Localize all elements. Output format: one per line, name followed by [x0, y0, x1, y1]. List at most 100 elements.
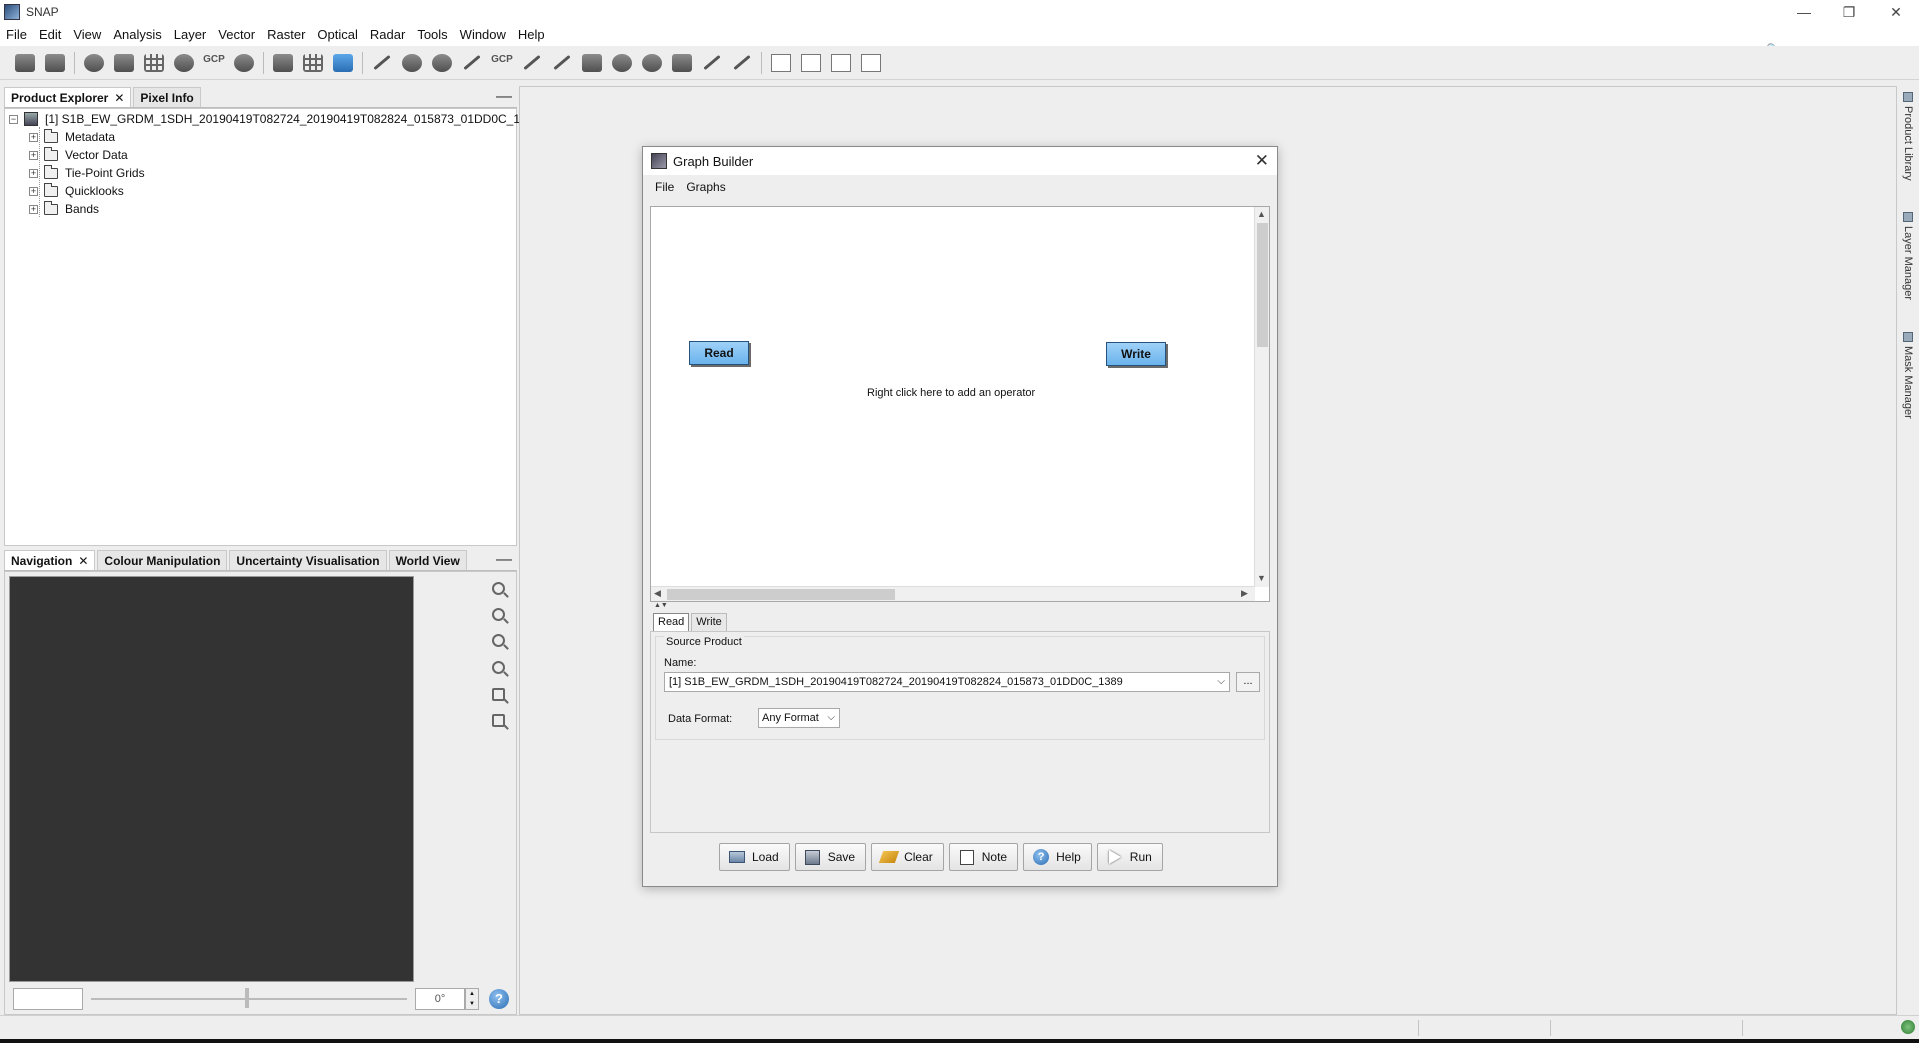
world-map-overlay-icon[interactable] [109, 49, 139, 77]
save-product-icon[interactable] [40, 49, 70, 77]
pin-overlay-icon[interactable] [169, 49, 199, 77]
tab-write[interactable]: Write [691, 613, 727, 631]
no-data-overlay-icon[interactable] [79, 49, 109, 77]
menu-optical[interactable]: Optical [311, 24, 363, 46]
note-button[interactable]: Note [948, 843, 1019, 871]
menu-raster[interactable]: Raster [261, 24, 311, 46]
menu-edit[interactable]: Edit [33, 24, 67, 46]
tab-product-explorer[interactable]: Product Explorer ✕ [4, 87, 132, 107]
shape-overlay-icon[interactable] [229, 49, 259, 77]
minimize-window-icon[interactable]: — [1781, 0, 1827, 24]
gcp-placing-tool-icon[interactable]: GCP [487, 49, 517, 77]
tab-read[interactable]: Read [653, 613, 690, 631]
vertical-scroll-thumb[interactable] [1257, 223, 1268, 347]
menu-window[interactable]: Window [454, 24, 512, 46]
zoom-slider-thumb[interactable] [245, 988, 249, 1008]
select-tool-icon[interactable] [367, 49, 397, 77]
tab-colour-manipulation[interactable]: Colour Manipulation [97, 550, 228, 570]
zoom-factor-field[interactable] [13, 988, 83, 1010]
line-drawing-tool-icon[interactable] [517, 49, 547, 77]
tree-item-vector-data[interactable]: + Vector Data [29, 146, 128, 164]
tree-item-bands[interactable]: + Bands [29, 200, 99, 218]
sidebar-tab-layer-manager[interactable]: Layer Manager [1899, 212, 1917, 300]
pin-placing-tool-icon[interactable] [457, 49, 487, 77]
sync-cursor-icon[interactable] [488, 710, 508, 730]
tab-uncertainty-visualisation[interactable]: Uncertainty Visualisation [229, 550, 387, 570]
source-product-select[interactable]: [1] S1B_EW_GRDM_1SDH_20190419T082724_201… [664, 672, 1230, 692]
restore-window-icon[interactable]: ❐ [1826, 0, 1872, 24]
tab-navigation[interactable]: Navigation ✕ [4, 550, 96, 570]
zoom-in-icon[interactable] [488, 578, 508, 598]
pan-tool-icon[interactable] [397, 49, 427, 77]
menu-layer[interactable]: Layer [168, 24, 213, 46]
tree-item-metadata[interactable]: + Metadata [29, 128, 115, 146]
zoom-out-icon[interactable] [488, 604, 508, 624]
navigation-overview[interactable] [9, 576, 414, 982]
split-pane-divider[interactable]: ▲▼ [650, 602, 1270, 610]
close-icon[interactable]: ✕ [78, 554, 88, 568]
horizontal-scroll-thumb[interactable] [667, 589, 895, 600]
tile-vertically-icon[interactable] [796, 49, 826, 77]
zoom-slider[interactable] [91, 998, 407, 1000]
collapse-icon[interactable]: − [9, 114, 18, 124]
divider-arrows-icon[interactable]: ▲▼ [654, 602, 668, 609]
rotation-angle-field[interactable]: 0° [415, 988, 465, 1010]
scroll-down-icon[interactable]: ▼ [1257, 573, 1266, 583]
menu-radar[interactable]: Radar [364, 24, 411, 46]
expand-icon[interactable]: + [29, 186, 38, 196]
rectangle-drawing-tool-icon[interactable] [577, 49, 607, 77]
tree-item-product[interactable]: − [1] S1B_EW_GRDM_1SDH_20190419T082724_2… [9, 110, 540, 128]
help-icon[interactable]: ? [489, 989, 509, 1009]
tree-item-quicklooks[interactable]: + Quicklooks [29, 182, 124, 200]
menu-view[interactable]: View [67, 24, 107, 46]
expand-icon[interactable]: + [29, 132, 38, 142]
menu-vector[interactable]: Vector [212, 24, 261, 46]
menu-file[interactable]: File [0, 24, 33, 46]
expand-icon[interactable]: + [29, 204, 38, 214]
open-product-icon[interactable] [10, 49, 40, 77]
help-button[interactable]: ? Help [1023, 843, 1092, 871]
range-finder-tool-icon[interactable] [697, 49, 727, 77]
graticule-overlay-icon[interactable] [139, 49, 169, 77]
browse-button[interactable]: ... [1236, 672, 1260, 692]
close-icon[interactable]: ✕ [114, 91, 124, 105]
rotation-spinner[interactable]: ▲ ▼ [465, 988, 479, 1010]
horizontal-scrollbar[interactable]: ◀ ▶ [651, 586, 1255, 601]
expand-icon[interactable]: + [29, 168, 38, 178]
graph-canvas[interactable]: Read Write Right click here to add an op… [650, 206, 1270, 602]
run-button[interactable]: Run [1096, 843, 1163, 871]
tree-item-tie-point-grids[interactable]: + Tie-Point Grids [29, 164, 145, 182]
product-library-icon[interactable] [328, 49, 358, 77]
tab-pixel-info[interactable]: Pixel Info [133, 87, 201, 107]
clear-button[interactable]: Clear [871, 843, 944, 871]
close-icon[interactable]: ✕ [1255, 151, 1269, 171]
scroll-up-icon[interactable]: ▲ [1257, 209, 1266, 219]
tile-horizontally-icon[interactable] [766, 49, 796, 77]
measure-tool-icon[interactable] [727, 49, 757, 77]
close-window-icon[interactable]: ✕ [1873, 0, 1919, 24]
scroll-left-icon[interactable]: ◀ [654, 588, 661, 599]
expand-icon[interactable]: + [29, 150, 38, 160]
zoom-all-icon[interactable] [488, 657, 508, 677]
zoom-actual-icon[interactable] [488, 630, 508, 650]
tile-evenly-icon[interactable] [826, 49, 856, 77]
polyline-drawing-tool-icon[interactable] [547, 49, 577, 77]
tile-single-icon[interactable] [856, 49, 886, 77]
polygon-drawing-tool-icon[interactable] [607, 49, 637, 77]
batch-processing-icon[interactable] [298, 49, 328, 77]
graph-node-read[interactable]: Read [689, 341, 749, 365]
graph-builder-icon[interactable] [268, 49, 298, 77]
dialog-menu-file[interactable]: File [649, 180, 680, 194]
gcp-overlay-icon[interactable]: GCP [199, 49, 229, 77]
menu-tools[interactable]: Tools [411, 24, 453, 46]
dialog-menu-graphs[interactable]: Graphs [680, 180, 731, 194]
scroll-right-icon[interactable]: ▶ [1241, 588, 1248, 599]
load-button[interactable]: Load [719, 843, 790, 871]
data-format-select[interactable]: Any Format ⌵ [758, 708, 840, 728]
menu-help[interactable]: Help [512, 24, 551, 46]
minimize-panel-icon[interactable]: — [496, 88, 512, 106]
sync-views-icon[interactable] [488, 684, 508, 704]
save-button[interactable]: Save [794, 843, 867, 871]
tab-world-view[interactable]: World View [388, 550, 467, 570]
sidebar-tab-mask-manager[interactable]: Mask Manager [1899, 332, 1917, 419]
